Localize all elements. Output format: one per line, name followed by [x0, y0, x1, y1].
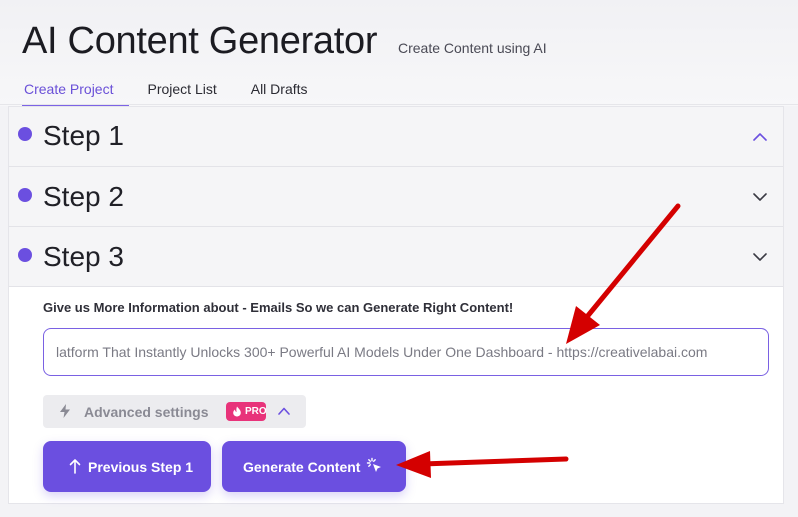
page-title: AI Content Generator	[22, 20, 378, 62]
generate-content-label: Generate Content	[243, 459, 361, 475]
chevron-down-icon[interactable]	[751, 248, 769, 266]
bolt-icon	[60, 404, 70, 418]
step-3-title: Step 3	[43, 241, 124, 272]
chevron-down-icon[interactable]	[751, 188, 769, 206]
step-1-dot	[18, 127, 32, 141]
step-2-dot	[18, 188, 32, 202]
previous-step-label: Previous Step 1	[88, 459, 194, 475]
tab-divider	[0, 104, 798, 105]
chevron-up-icon[interactable]	[276, 403, 292, 419]
step-1-title: Step 1	[43, 120, 124, 151]
wizard-card: Step 1 Step 2 Step 3 Give us More Inform…	[8, 106, 784, 504]
pro-badge: PRO	[226, 402, 267, 421]
info-field-label: Give us More Information about - Emails …	[43, 300, 514, 315]
step-2-header[interactable]: Step 2	[9, 167, 783, 227]
tab-bar: Create Project Project List All Drafts	[22, 80, 340, 106]
advanced-settings-toggle[interactable]: Advanced settings PRO	[43, 395, 306, 428]
info-input[interactable]	[43, 328, 769, 376]
arrow-up-icon	[69, 459, 81, 474]
step-3-header[interactable]: Step 3	[9, 227, 783, 287]
pro-badge-label: PRO	[245, 406, 267, 417]
page-subtitle: Create Content using AI	[398, 40, 547, 56]
generate-content-button[interactable]: Generate Content	[222, 441, 406, 492]
step-2-title: Step 2	[43, 181, 124, 212]
advanced-settings-label: Advanced settings	[84, 404, 209, 420]
tab-create-project[interactable]: Create Project	[22, 80, 131, 106]
chevron-up-icon[interactable]	[751, 128, 769, 146]
cursor-click-icon	[366, 457, 381, 472]
tab-all-drafts[interactable]: All Drafts	[249, 80, 310, 106]
header: AI Content Generator Create Content usin…	[0, 0, 798, 106]
previous-step-button[interactable]: Previous Step 1	[43, 441, 211, 492]
step-3-dot	[18, 248, 32, 262]
flame-icon	[233, 406, 241, 417]
step-1-header[interactable]: Step 1	[9, 107, 783, 167]
tab-project-list[interactable]: Project List	[145, 80, 218, 106]
